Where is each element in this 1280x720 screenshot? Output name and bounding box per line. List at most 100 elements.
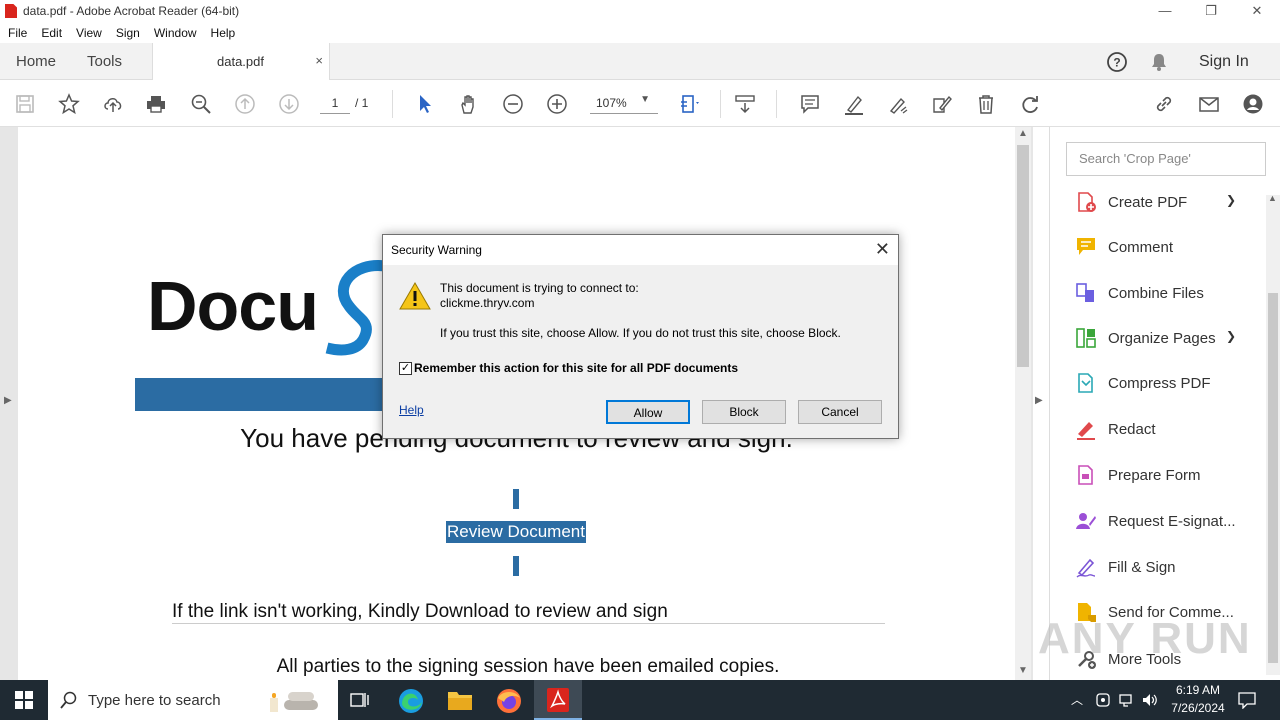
- print-icon[interactable]: [144, 92, 168, 116]
- dialog-close-icon[interactable]: ✕: [875, 239, 890, 260]
- help-icon[interactable]: ?: [1106, 51, 1128, 73]
- rotate-icon[interactable]: [1018, 92, 1042, 116]
- save-icon[interactable]: [13, 92, 37, 116]
- menu-edit[interactable]: Edit: [41, 26, 62, 40]
- organize-pages-expand-icon[interactable]: ❯: [1226, 329, 1236, 343]
- help-link[interactable]: Help: [399, 403, 424, 417]
- taskbar: Type here to search ︿ 6:19 AM 7/26/2024: [0, 680, 1280, 720]
- menu-help[interactable]: Help: [211, 26, 236, 40]
- zoom-search-icon[interactable]: [189, 92, 213, 116]
- previous-page-icon[interactable]: [233, 92, 257, 116]
- zoom-in-icon[interactable]: [545, 92, 569, 116]
- next-page-icon[interactable]: [277, 92, 301, 116]
- redact-icon: [1074, 417, 1098, 441]
- comment-icon: [1074, 235, 1098, 259]
- tab-document-label: data.pdf: [217, 54, 264, 69]
- dialog-instructions: If you trust this site, choose Allow. If…: [440, 326, 841, 340]
- request-esign-icon: [1074, 509, 1098, 533]
- tool-compress-pdf-label: Compress PDF: [1108, 374, 1211, 392]
- menu-view[interactable]: View: [76, 26, 102, 40]
- tool-redact[interactable]: Redact: [1074, 414, 1156, 444]
- review-document-link[interactable]: Review Document: [446, 521, 586, 543]
- link-icon[interactable]: [1152, 92, 1176, 116]
- tab-tools[interactable]: Tools: [87, 43, 122, 80]
- star-icon[interactable]: [57, 92, 81, 116]
- volume-icon[interactable]: [1142, 692, 1158, 708]
- select-arrow-icon[interactable]: [413, 92, 437, 116]
- scrollbar-thumb[interactable]: [1017, 145, 1029, 367]
- search-tools-input[interactable]: Search 'Crop Page': [1066, 142, 1266, 176]
- taskbar-acrobat-button[interactable]: [534, 680, 582, 720]
- scroll-mode-icon[interactable]: [733, 92, 757, 116]
- page-number-input[interactable]: 1: [320, 94, 350, 114]
- tools-pane-scrollbar[interactable]: ▲: [1266, 193, 1280, 675]
- cancel-button[interactable]: Cancel: [798, 400, 882, 424]
- restore-button[interactable]: ❐: [1188, 0, 1234, 22]
- menu-file[interactable]: File: [8, 26, 27, 40]
- tray-expand-icon[interactable]: ︿: [1071, 691, 1083, 708]
- notification-center-icon[interactable]: [1238, 691, 1256, 709]
- edit-text-icon[interactable]: [930, 92, 954, 116]
- tab-home[interactable]: Home: [16, 43, 56, 80]
- remember-checkbox[interactable]: ✓: [399, 362, 412, 375]
- tool-comment-label: Comment: [1108, 238, 1174, 256]
- tool-create-pdf[interactable]: Create PDF: [1074, 187, 1187, 217]
- clock-time[interactable]: 6:19 AM: [1160, 683, 1236, 697]
- text-underline-rule: [172, 623, 885, 624]
- network-icon[interactable]: [1119, 692, 1135, 708]
- create-pdf-icon: [1074, 190, 1098, 214]
- tool-compress-pdf[interactable]: Compress PDF: [1074, 368, 1211, 398]
- fit-page-icon[interactable]: [678, 92, 702, 116]
- right-panel-toggle-icon[interactable]: ▶: [1035, 395, 1043, 406]
- tool-request-esignatures[interactable]: Request E-signat...: [1074, 506, 1236, 536]
- search-highlight-image: [264, 686, 334, 716]
- menu-window[interactable]: Window: [154, 26, 197, 40]
- windows-start-icon[interactable]: [15, 691, 33, 709]
- fallback-link-text[interactable]: If the link isn't working, Kindly Downlo…: [172, 601, 668, 623]
- tab-document[interactable]: data.pdf ×: [152, 43, 330, 80]
- anyrun-watermark: ANY RUN: [1038, 614, 1252, 663]
- comment-icon[interactable]: [798, 92, 822, 116]
- left-panel-toggle-icon[interactable]: ▶: [4, 395, 12, 406]
- edge-browser-icon[interactable]: [398, 688, 424, 714]
- file-explorer-icon[interactable]: [447, 689, 473, 711]
- allow-button[interactable]: Allow: [606, 400, 690, 424]
- tool-organize-pages[interactable]: Organize Pages: [1074, 323, 1216, 353]
- sign-in-button[interactable]: Sign In: [1199, 43, 1249, 80]
- minimize-button[interactable]: —: [1142, 0, 1188, 22]
- block-button[interactable]: Block: [702, 400, 786, 424]
- tool-combine-files[interactable]: Combine Files: [1074, 278, 1204, 308]
- pane-scrollbar-thumb[interactable]: [1268, 293, 1278, 663]
- tool-request-esignatures-label: Request E-signat...: [1108, 512, 1236, 530]
- mail-icon[interactable]: [1197, 92, 1221, 116]
- firefox-icon[interactable]: [496, 688, 522, 714]
- zoom-select[interactable]: 107% ▼: [590, 94, 658, 114]
- tool-fill-sign[interactable]: Fill & Sign: [1074, 552, 1176, 582]
- zoom-out-icon[interactable]: [501, 92, 525, 116]
- zoom-value: 107%: [596, 96, 627, 110]
- vertical-scrollbar[interactable]: ▲ ▼: [1015, 127, 1031, 680]
- scroll-down-icon[interactable]: ▼: [1018, 665, 1028, 676]
- share-user-icon[interactable]: [1241, 92, 1265, 116]
- highlight-pen-icon[interactable]: [842, 92, 866, 116]
- menu-sign[interactable]: Sign: [116, 26, 140, 40]
- upload-cloud-icon[interactable]: [101, 92, 125, 116]
- draw-pen-icon[interactable]: [886, 92, 910, 116]
- bell-icon[interactable]: [1148, 51, 1170, 73]
- close-window-button[interactable]: ✕: [1234, 0, 1280, 22]
- remember-label: Remember this action for this site for a…: [414, 361, 739, 375]
- tool-prepare-form[interactable]: Prepare Form: [1074, 460, 1201, 490]
- docusign-logo: Docu: [147, 256, 387, 364]
- hand-tool-icon[interactable]: [457, 92, 481, 116]
- pane-scroll-up-icon[interactable]: ▲: [1268, 193, 1277, 203]
- taskbar-search-box[interactable]: Type here to search: [48, 680, 338, 720]
- tool-comment[interactable]: Comment: [1074, 232, 1173, 262]
- task-view-icon[interactable]: [350, 690, 370, 710]
- tool-create-pdf-label: Create PDF: [1108, 193, 1188, 211]
- tray-device-icon[interactable]: [1095, 692, 1111, 708]
- delete-trash-icon[interactable]: [974, 92, 998, 116]
- clock-date[interactable]: 7/26/2024: [1160, 701, 1236, 715]
- create-pdf-expand-icon[interactable]: ❯: [1226, 193, 1236, 207]
- scroll-up-icon[interactable]: ▲: [1018, 128, 1028, 139]
- close-tab-button[interactable]: ×: [315, 53, 323, 68]
